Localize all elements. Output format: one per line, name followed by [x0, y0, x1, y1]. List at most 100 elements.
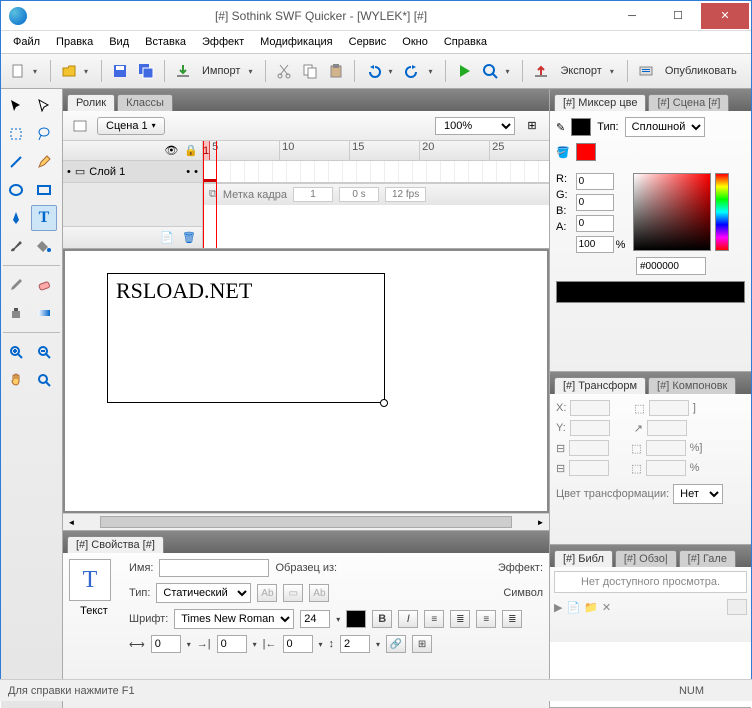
eye-icon[interactable]: 👁 [164, 144, 178, 157]
layer-row[interactable]: •▭Слой 1•• [63, 161, 202, 183]
oval-tool[interactable] [3, 177, 29, 203]
timeline-menu-icon[interactable]: ⊞ [521, 115, 543, 137]
menu-insert[interactable]: Вставка [137, 33, 194, 51]
sx-input[interactable] [646, 440, 686, 456]
hand-tool[interactable] [3, 367, 29, 393]
copy-button[interactable] [299, 60, 321, 82]
align-center[interactable]: ≣ [450, 610, 470, 628]
tab-scene[interactable]: [#] Сцена [#] [648, 94, 729, 111]
new-dropdown[interactable]: ▾ [33, 67, 43, 76]
hex-input[interactable] [636, 257, 706, 275]
tab-overview[interactable]: [#] Обзо| [615, 550, 677, 567]
color-picker[interactable] [633, 173, 711, 251]
import-icon[interactable] [172, 60, 194, 82]
scene-selector[interactable]: Сцена 1▾ [97, 117, 165, 135]
subselection-tool[interactable] [31, 93, 57, 119]
new-symbol-icon[interactable]: 📄 [566, 601, 580, 614]
export-dropdown[interactable]: ▾ [610, 67, 620, 76]
align-btn3[interactable]: Ab [309, 584, 329, 602]
spacing4-input[interactable] [340, 635, 370, 653]
cut-button[interactable] [273, 60, 295, 82]
stage[interactable]: RSLOAD.NET [65, 251, 547, 511]
eyedropper-tool[interactable] [3, 272, 29, 298]
play-lib-icon[interactable]: ▶ [554, 601, 562, 614]
brush-tool[interactable] [3, 233, 29, 259]
h-input[interactable] [647, 420, 687, 436]
tab-gallery[interactable]: [#] Гале [679, 550, 736, 567]
open-button[interactable] [58, 60, 80, 82]
stroke-swatch[interactable] [571, 118, 591, 136]
save-all-button[interactable] [135, 60, 157, 82]
preview-dropdown[interactable]: ▾ [505, 67, 515, 76]
align-btn2[interactable]: ▭ [283, 584, 303, 602]
color-trans-select[interactable]: Нет [673, 484, 723, 504]
tab-library[interactable]: [#] Библ [554, 550, 613, 567]
spacing3-input[interactable] [283, 635, 313, 653]
y-input[interactable] [570, 420, 610, 436]
sh-input[interactable] [569, 460, 609, 476]
menu-edit[interactable]: Правка [48, 33, 101, 51]
rect-tool[interactable] [31, 177, 57, 203]
save-button[interactable] [109, 60, 131, 82]
horizontal-scrollbar[interactable]: ◄► [63, 513, 549, 530]
transform-tool[interactable] [3, 121, 29, 147]
spacing2-input[interactable] [217, 635, 247, 653]
publish-button[interactable]: Опубликовать [661, 65, 741, 77]
sy-input[interactable] [646, 460, 686, 476]
paste-button[interactable] [325, 60, 347, 82]
gradient-tool[interactable] [31, 300, 57, 326]
link-icon[interactable]: 🔗 [386, 635, 406, 653]
export-button[interactable]: Экспорт [556, 65, 605, 77]
tab-movie[interactable]: Ролик [67, 94, 115, 111]
r-input[interactable] [576, 173, 614, 190]
minimize-button[interactable]: ─ [609, 3, 655, 29]
scene-icon[interactable] [69, 115, 91, 137]
magnifier-tool[interactable] [31, 367, 57, 393]
char-icon[interactable]: ⊞ [412, 635, 432, 653]
import-button[interactable]: Импорт [198, 65, 244, 77]
italic-button[interactable]: I [398, 610, 418, 628]
align-left[interactable]: ≡ [424, 610, 444, 628]
publish-icon[interactable] [635, 60, 657, 82]
tab-layout[interactable]: [#] Компоновк [648, 377, 736, 394]
maximize-button[interactable]: ☐ [655, 3, 701, 29]
onion-skin-icon[interactable]: ⧉ [209, 188, 217, 201]
redo-button[interactable] [402, 60, 424, 82]
spacing1-input[interactable] [151, 635, 181, 653]
delete-symbol-icon[interactable]: ✕ [602, 601, 611, 614]
w-input[interactable] [649, 400, 689, 416]
menu-service[interactable]: Сервис [341, 33, 395, 51]
align-justify[interactable]: ≣ [502, 610, 522, 628]
tab-mixer[interactable]: [#] Миксер цве [554, 94, 646, 111]
delete-layer-icon[interactable]: 🗑 [182, 231, 196, 244]
play-button[interactable] [453, 60, 475, 82]
x-input[interactable] [570, 400, 610, 416]
b-input[interactable] [576, 215, 614, 232]
text-object[interactable]: RSLOAD.NET [107, 273, 385, 403]
menu-help[interactable]: Справка [436, 33, 495, 51]
ink-bottle-tool[interactable] [3, 300, 29, 326]
lib-view-icon[interactable] [727, 599, 747, 615]
align-right[interactable]: ≡ [476, 610, 496, 628]
font-size-input[interactable] [300, 610, 330, 628]
bold-button[interactable]: B [372, 610, 392, 628]
resize-handle[interactable] [380, 399, 388, 407]
open-dropdown[interactable]: ▾ [84, 67, 94, 76]
fill-type-select[interactable]: Сплошной [625, 117, 705, 137]
menu-modify[interactable]: Модификация [252, 33, 341, 51]
lasso-tool[interactable] [31, 121, 57, 147]
a-input[interactable] [576, 236, 614, 253]
frame-1-header[interactable]: 1 [203, 141, 210, 160]
folder-icon[interactable]: 📁 [584, 601, 598, 614]
tab-properties[interactable]: [#] Свойства [#] [67, 536, 164, 553]
text-tool[interactable]: T [31, 205, 57, 231]
sw-input[interactable] [569, 440, 609, 456]
fill-swatch[interactable] [576, 143, 596, 161]
menu-file[interactable]: Файл [5, 33, 48, 51]
new-button[interactable] [7, 60, 29, 82]
pencil-tool[interactable] [31, 149, 57, 175]
redo-dropdown[interactable]: ▾ [428, 67, 438, 76]
zoom-in-tool[interactable] [3, 339, 29, 365]
import-dropdown[interactable]: ▾ [248, 67, 258, 76]
undo-dropdown[interactable]: ▾ [388, 67, 398, 76]
